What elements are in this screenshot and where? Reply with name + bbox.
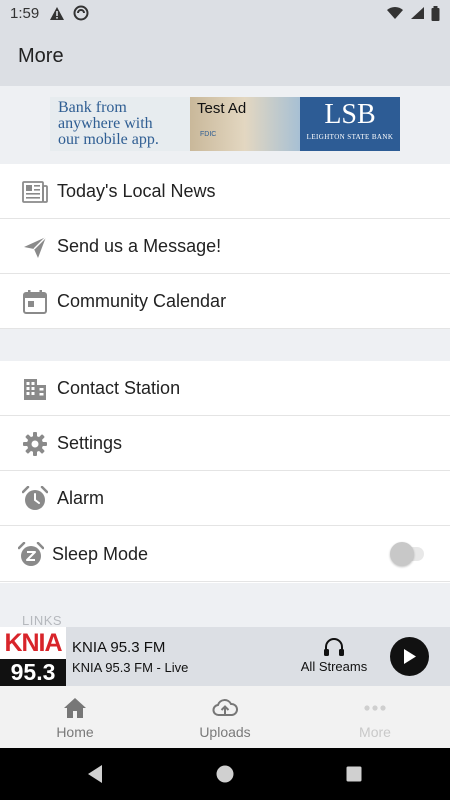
bottom-tab-bar: Home Uploads More bbox=[0, 686, 450, 748]
tab-more[interactable]: More bbox=[300, 686, 450, 748]
all-streams-label: All Streams bbox=[300, 659, 368, 674]
status-right-icons bbox=[386, 5, 440, 21]
system-nav-bar bbox=[0, 748, 450, 800]
all-streams-button[interactable]: All Streams bbox=[296, 637, 372, 677]
section-divider bbox=[0, 329, 450, 361]
recents-icon[interactable] bbox=[342, 762, 366, 786]
menu-item-label: Contact Station bbox=[57, 377, 181, 398]
ad-fdic-label: FDIC bbox=[200, 131, 217, 138]
tab-more-label: More bbox=[359, 724, 391, 740]
tab-uploads-label: Uploads bbox=[199, 724, 251, 740]
newspaper-icon bbox=[22, 181, 48, 203]
tab-home-label: Home bbox=[56, 724, 94, 740]
back-icon[interactable] bbox=[84, 762, 108, 786]
sleep-clock-icon bbox=[18, 542, 44, 566]
ad-slogan-line: our mobile app. bbox=[58, 131, 159, 148]
ad-banner[interactable]: Bank from anywhere with our mobile app. … bbox=[50, 97, 400, 151]
tab-uploads[interactable]: Uploads bbox=[150, 686, 300, 748]
menu-item-label: Community Calendar bbox=[57, 290, 227, 311]
warning-icon bbox=[50, 6, 65, 20]
play-icon bbox=[404, 649, 416, 664]
headphones-icon bbox=[324, 638, 344, 656]
tab-home[interactable]: Home bbox=[0, 686, 150, 748]
links-section: LINKS bbox=[0, 583, 450, 628]
page-title: More bbox=[18, 44, 64, 67]
menu-item-contact-station[interactable]: Contact Station bbox=[0, 361, 450, 416]
station-logo: KNIA 95.3 bbox=[0, 627, 66, 686]
battery-icon bbox=[431, 5, 440, 21]
station-subtitle: KNIA 95.3 FM - Live bbox=[72, 660, 189, 675]
wifi-icon bbox=[387, 6, 403, 19]
send-icon bbox=[24, 236, 47, 258]
ad-area: Bank from anywhere with our mobile app. … bbox=[0, 86, 450, 164]
app-header: More bbox=[0, 26, 450, 86]
menu-item-alarm[interactable]: Alarm bbox=[0, 471, 450, 526]
menu-item-label: Today's Local News bbox=[57, 180, 216, 201]
home-circle-icon[interactable] bbox=[213, 762, 237, 786]
building-icon bbox=[24, 379, 46, 400]
ad-logo-panel: LSB LEIGHTON STATE BANK bbox=[300, 97, 400, 151]
menu-item-label: Send us a Message! bbox=[57, 235, 222, 256]
ad-test-label: Test Ad bbox=[197, 100, 247, 117]
calendar-icon bbox=[23, 290, 47, 314]
station-logo-frequency: 95.3 bbox=[0, 659, 66, 686]
status-bar: 1:59 bbox=[0, 0, 450, 26]
home-icon bbox=[64, 698, 86, 718]
menu-item-send-message[interactable]: Send us a Message! bbox=[0, 219, 450, 274]
signal-icon bbox=[411, 7, 424, 19]
menu-item-sleep-mode[interactable]: Sleep Mode bbox=[0, 527, 450, 582]
alarm-clock-icon bbox=[22, 486, 48, 510]
cloud-upload-icon bbox=[212, 699, 238, 716]
gear-icon bbox=[23, 432, 47, 456]
now-playing-bar[interactable]: KNIA 95.3 KNIA 95.3 FM KNIA 95.3 FM - Li… bbox=[0, 627, 450, 686]
status-left-icons bbox=[49, 5, 89, 21]
status-time: 1:59 bbox=[10, 4, 40, 22]
ad-slogan-line: anywhere with bbox=[58, 115, 153, 132]
links-section-title: LINKS bbox=[22, 613, 63, 628]
menu-item-label: Alarm bbox=[57, 487, 105, 508]
ad-logo: LSB bbox=[324, 99, 376, 130]
ad-bank-name: LEIGHTON STATE BANK bbox=[306, 133, 394, 141]
sync-icon bbox=[73, 5, 89, 21]
menu-item-label: Sleep Mode bbox=[52, 543, 149, 564]
menu-item-local-news[interactable]: Today's Local News bbox=[0, 164, 450, 219]
play-button[interactable] bbox=[390, 637, 429, 676]
menu-item-label: Settings bbox=[57, 432, 123, 453]
menu-item-community-calendar[interactable]: Community Calendar bbox=[0, 274, 450, 329]
ad-slogan-panel: Bank from anywhere with our mobile app. bbox=[50, 97, 190, 151]
sleep-mode-toggle[interactable] bbox=[390, 542, 414, 566]
menu-item-settings[interactable]: Settings bbox=[0, 416, 450, 471]
ad-slogan-line: Bank from bbox=[58, 99, 127, 116]
more-dots-icon bbox=[364, 705, 386, 711]
station-name: KNIA 95.3 FM bbox=[72, 639, 166, 656]
station-logo-call-letters: KNIA bbox=[0, 627, 66, 659]
